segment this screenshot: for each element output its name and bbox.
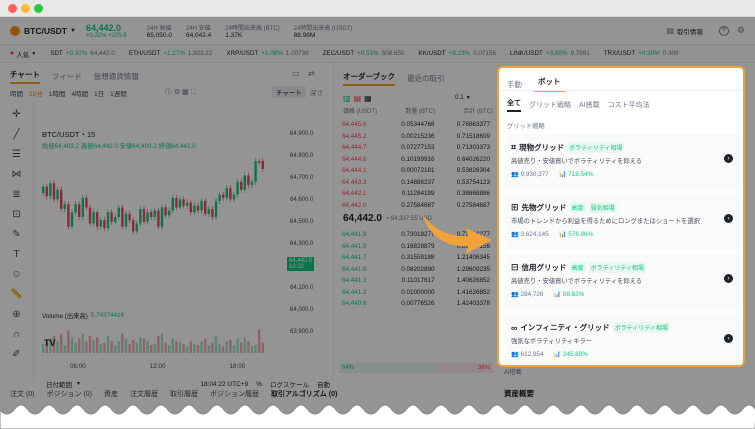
bot-card-description: 市場のトレンドから利益を得るためにロングまたはショートを選択: [511, 218, 700, 225]
users-value: 612,954: [520, 351, 544, 358]
chevron-right-icon[interactable]: ›: [724, 154, 733, 163]
bot-card-tag: 高度: [569, 202, 586, 213]
bot-card-title: インフィニティ・グリッド: [520, 323, 610, 332]
users-icon: 👥: [511, 171, 521, 178]
bot-selection-panel: 手動 ボット 全て グリッド戦略 AI搭載 コスト平均法 グリッド戦略 ⌗ 現物グリッド…: [497, 66, 745, 367]
filter-tab[interactable]: 全て: [507, 98, 521, 112]
strategy-filters: 全て グリッド戦略 AI搭載 コスト平均法: [507, 98, 650, 112]
bot-card[interactable]: ⌗ 現物グリッド ボラティリティ相場高値売り・安値買いでボラティリティを抑える 👥 9…: [505, 134, 741, 190]
users-icon: 👥: [511, 291, 521, 298]
bot-card-meta: 👥 9,930,377 📊 718.54%: [511, 170, 593, 178]
roi-chart-icon: 📊: [553, 291, 563, 298]
bot-card[interactable]: ⊟ 信用グリッド 高度 ボラティリティ相場高値売り・安値買いでボラティリティを抑える 👥…: [505, 254, 741, 310]
users-icon: 👥: [511, 351, 521, 358]
bot-card-title: 先物グリッド: [521, 203, 567, 212]
roi-percent: 718.54%: [568, 171, 594, 178]
minimize-window-button[interactable]: [21, 4, 30, 13]
bot-card-tag: ボラティリティ相場: [612, 322, 670, 333]
roi-chart-icon: 📊: [553, 351, 563, 358]
pointer-arrow-icon: [422, 214, 492, 254]
roi-value: 📊 245.69%: [553, 350, 587, 358]
grid-bot-icon: ∞: [511, 322, 518, 333]
users-count: 👥 9,930,377: [511, 170, 549, 178]
roi-percent: 245.69%: [562, 351, 588, 358]
bot-card-tag: 弱気相場: [588, 202, 617, 213]
bot-card-tag: ボラティリティ相場: [588, 262, 646, 273]
bot-card-meta: 👥 612,954 📊 245.69%: [511, 350, 588, 358]
torn-edge-decoration: [0, 404, 755, 429]
users-count: 👥 3,624,145: [511, 230, 549, 238]
users-icon: 👥: [511, 231, 521, 238]
bot-card-description: 強気なボラティリティキラー: [511, 338, 593, 345]
close-window-button[interactable]: [8, 4, 17, 13]
bot-card-meta: 👥 284,726 📊 88.83%: [511, 290, 584, 298]
users-value: 9,930,377: [520, 171, 549, 178]
users-count: 👥 612,954: [511, 350, 543, 358]
zoom-window-button[interactable]: [34, 4, 43, 13]
grid-strategy-section-label: グリッド戦略: [507, 123, 545, 130]
grid-bot-icon: ⊟: [511, 262, 519, 272]
tab-manual[interactable]: 手動: [507, 79, 522, 90]
bot-card-title-row: ∞ インフィニティ・グリッド ボラティリティ相場: [511, 322, 670, 333]
bot-card-meta: 👥 3,624,145 📊 576.96%: [511, 230, 593, 238]
users-count: 👥 284,726: [511, 290, 543, 298]
chevron-right-icon[interactable]: ›: [724, 274, 733, 283]
grid-bot-icon: ⌗: [511, 142, 517, 152]
bot-card-description: 高値売り・安値買いでボラティリティを抑える: [511, 158, 643, 165]
users-value: 3,624,145: [520, 231, 549, 238]
filter-tab[interactable]: グリッド戦略: [529, 100, 571, 110]
grid-bot-icon: ⊞: [511, 202, 519, 212]
roi-chart-icon: 📊: [558, 231, 569, 238]
filter-tab[interactable]: コスト平均法: [608, 100, 650, 110]
bot-card-title-row: ⊞ 先物グリッド 高度 弱気相場: [511, 202, 617, 213]
chevron-right-icon[interactable]: ›: [724, 214, 733, 223]
bot-card[interactable]: ⊞ 先物グリッド 高度 弱気相場市場のトレンドから利益を得るためにロングまたはショート…: [505, 194, 741, 250]
chevron-right-icon[interactable]: ›: [724, 334, 733, 343]
roi-value: 📊 718.54%: [559, 170, 593, 178]
app-window: BTC/USDT ▼ 64,442.0 +0.32% +205.8 24H 高値…: [0, 0, 755, 429]
bot-card-title: 信用グリッド: [521, 263, 567, 272]
bot-card-title-row: ⊟ 信用グリッド 高度 ボラティリティ相場: [511, 262, 646, 273]
title-bar: [0, 0, 755, 17]
roi-percent: 576.96%: [568, 231, 594, 238]
filter-tab[interactable]: AI搭載: [579, 100, 600, 110]
roi-chart-icon: 📊: [558, 171, 569, 178]
users-value: 284,726: [520, 291, 544, 298]
roi-value: 📊 576.96%: [559, 230, 593, 238]
bot-card-tag: 高度: [569, 262, 586, 273]
bot-card-title-row: ⌗ 現物グリッド ボラティリティ相場: [511, 142, 625, 153]
roi-value: 📊 88.83%: [553, 290, 584, 298]
bot-card-title: 現物グリッド: [519, 143, 565, 152]
roi-percent: 88.83%: [562, 291, 585, 298]
bot-card-tag: ボラティリティ相場: [567, 142, 625, 153]
bot-card[interactable]: ∞ インフィニティ・グリッド ボラティリティ相場強気なボラティリティキラー 👥 612…: [505, 314, 741, 365]
bot-card-description: 高値売り・安値買いでボラティリティを抑える: [511, 278, 643, 285]
